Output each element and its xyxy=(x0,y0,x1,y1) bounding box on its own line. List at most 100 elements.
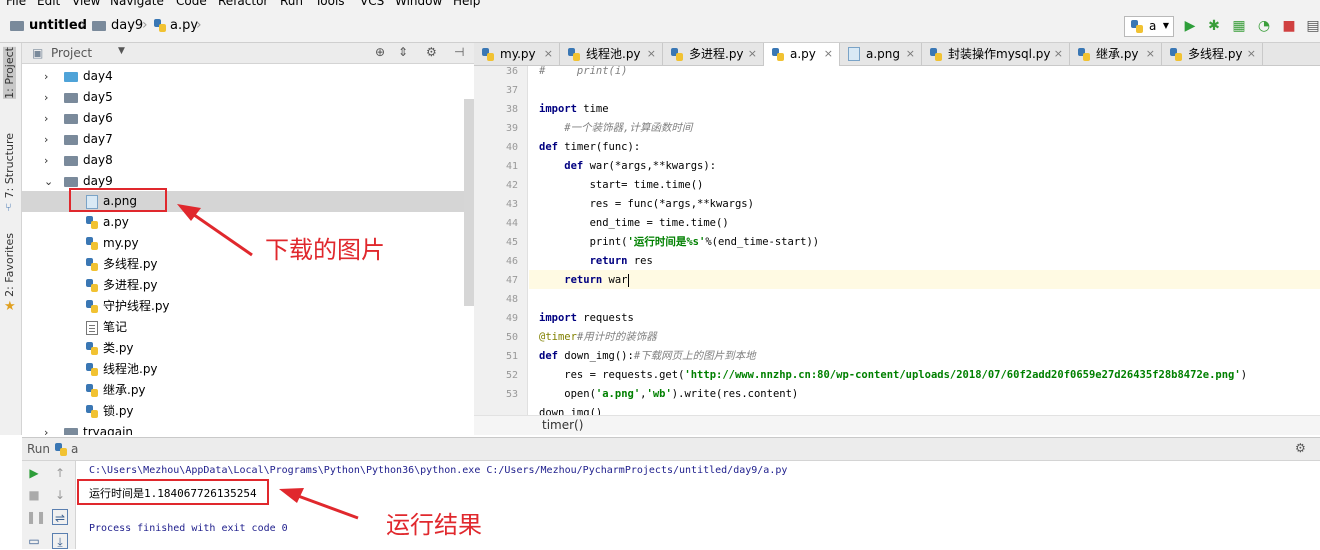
menu-run[interactable]: Run xyxy=(280,0,303,8)
tab-a-py[interactable]: a.py × xyxy=(764,43,840,66)
tab-project-tool[interactable]: 1: Project xyxy=(3,47,16,99)
pause-icon[interactable]: ❚❚ xyxy=(26,509,46,525)
tree-item-inherit-py[interactable]: 继承.py xyxy=(22,380,466,401)
close-icon[interactable]: × xyxy=(824,43,833,65)
chevron-right-icon[interactable]: › xyxy=(44,87,48,108)
tab-multiprocess-py[interactable]: 多进程.py × xyxy=(663,43,764,66)
folder-icon xyxy=(64,135,78,145)
stop-icon[interactable]: ■ xyxy=(26,487,42,503)
chevron-right-icon[interactable]: › xyxy=(44,422,48,435)
line-number: 51 xyxy=(505,351,518,362)
hide-panel-icon[interactable]: ⊣ xyxy=(454,45,464,59)
close-icon[interactable]: × xyxy=(1247,43,1256,65)
breadcrumb-project[interactable]: untitled xyxy=(10,18,87,33)
menu-vcs[interactable]: VCS xyxy=(360,0,384,8)
debug-icon[interactable]: ✱ xyxy=(1205,17,1223,35)
code-line: down_img() xyxy=(539,407,603,415)
menu-file[interactable]: File xyxy=(6,0,26,8)
tab-multithread-py[interactable]: 多线程.py × xyxy=(1162,43,1263,66)
code-line: import time xyxy=(539,103,609,115)
collapse-icon[interactable]: ⇕ xyxy=(398,45,408,59)
tree-item-tryagain[interactable]: › tryagain xyxy=(22,422,466,435)
tab-a-png[interactable]: a.png × xyxy=(840,43,922,66)
tree-item-day8[interactable]: › day8 xyxy=(22,150,466,171)
tab-my-py[interactable]: my.py × xyxy=(474,43,560,66)
tree-item-day6[interactable]: › day6 xyxy=(22,108,466,129)
gear-icon[interactable]: ⚙ xyxy=(426,45,437,59)
rerun-icon[interactable]: ▶ xyxy=(26,465,42,481)
chevron-right-icon[interactable]: › xyxy=(44,129,48,150)
profile-icon[interactable]: ◔ xyxy=(1255,17,1273,35)
tab-inherit-py[interactable]: 继承.py × xyxy=(1070,43,1162,66)
close-icon[interactable]: × xyxy=(748,43,757,65)
tab-favorites-tool[interactable]: 2: Favorites xyxy=(3,233,16,297)
project-view-select[interactable]: Project xyxy=(51,46,92,60)
line-number: 48 xyxy=(505,294,518,305)
restore-layout-icon[interactable]: ▭ xyxy=(26,533,42,549)
close-icon[interactable]: × xyxy=(647,43,656,65)
structure-icon[interactable]: ▤ xyxy=(1304,17,1320,35)
menu-edit[interactable]: Edit xyxy=(37,0,60,8)
annotation-box-result xyxy=(77,479,269,505)
chevron-right-icon[interactable]: › xyxy=(44,150,48,171)
close-icon[interactable]: × xyxy=(1054,43,1063,65)
tab-mysql-wrapper-py[interactable]: 封装操作mysql.py × xyxy=(922,43,1070,66)
line-number: 43 xyxy=(505,199,518,210)
up-arrow-icon[interactable]: ↑ xyxy=(52,465,68,481)
menu-window[interactable]: Window xyxy=(395,0,442,8)
tree-scrollbar[interactable] xyxy=(464,99,474,306)
close-icon[interactable]: × xyxy=(544,43,553,65)
menu-tools[interactable]: Tools xyxy=(315,0,345,8)
python-file-icon xyxy=(482,48,494,61)
line-number: 47 xyxy=(505,275,518,286)
tree-item-daemon-thread-py[interactable]: 守护线程.py xyxy=(22,296,466,317)
tree-item-lock-py[interactable]: 锁.py xyxy=(22,401,466,422)
tree-item-day7[interactable]: › day7 xyxy=(22,129,466,150)
line-number: 52 xyxy=(505,370,518,381)
tree-item-multithread-py[interactable]: 多线程.py xyxy=(22,254,466,275)
stop-icon[interactable]: ■ xyxy=(1280,17,1298,35)
chevron-down-icon[interactable]: ▼ xyxy=(118,46,125,56)
line-number: 46 xyxy=(505,256,518,267)
line-number: 44 xyxy=(505,218,518,229)
text-file-icon xyxy=(86,321,98,335)
chevron-right-icon[interactable]: › xyxy=(44,66,48,87)
tab-threadpool-py[interactable]: 线程池.py × xyxy=(560,43,663,66)
close-icon[interactable]: × xyxy=(1146,43,1155,65)
breadcrumb-file[interactable]: a.py xyxy=(154,18,198,33)
tree-item-notes[interactable]: 笔记 xyxy=(22,317,466,338)
close-icon[interactable]: × xyxy=(906,43,915,65)
menu-navigate[interactable]: Navigate xyxy=(110,0,164,8)
tree-item-day4[interactable]: › day4 xyxy=(22,66,466,87)
coverage-icon[interactable]: ▦ xyxy=(1230,17,1248,35)
run-configuration-select[interactable]: a ▼ xyxy=(1124,16,1174,37)
python-file-icon xyxy=(86,258,98,271)
code-line: @timer#用计时的装饰器 xyxy=(539,331,657,343)
tree-item-day5[interactable]: › day5 xyxy=(22,87,466,108)
locate-icon[interactable]: ⊕ xyxy=(375,45,385,59)
run-icon[interactable]: ▶ xyxy=(1181,17,1199,35)
editor-breadcrumb[interactable]: timer() xyxy=(474,415,1320,435)
soft-wrap-icon[interactable]: ⇌ xyxy=(52,509,68,525)
tab-structure-tool[interactable]: 7: Structure xyxy=(3,133,16,198)
gear-icon[interactable]: ⚙ xyxy=(1295,441,1306,455)
tree-item-class-py[interactable]: 类.py xyxy=(22,338,466,359)
chevron-down-icon[interactable]: ⌄ xyxy=(44,171,53,192)
tree-item-my-py[interactable]: my.py xyxy=(22,233,466,254)
menu-help[interactable]: Help xyxy=(453,0,480,8)
tree-item-multiprocess-py[interactable]: 多进程.py xyxy=(22,275,466,296)
code-editor[interactable]: # print(i) import time #一个装饰器,计算函数时间 def… xyxy=(529,66,1320,415)
breadcrumb-folder[interactable]: day9 xyxy=(92,18,143,33)
run-tab-a[interactable]: a xyxy=(71,442,78,456)
down-arrow-icon[interactable]: ↓ xyxy=(52,487,68,503)
python-file-icon xyxy=(568,48,580,61)
menu-code[interactable]: Code xyxy=(176,0,207,8)
chevron-right-icon[interactable]: › xyxy=(44,108,48,129)
menu-view[interactable]: View xyxy=(72,0,100,8)
tree-item-threadpool-py[interactable]: 线程池.py xyxy=(22,359,466,380)
scroll-to-end-icon[interactable]: ⤓ xyxy=(52,533,68,549)
tree-item-a-py[interactable]: a.py xyxy=(22,212,466,233)
run-console[interactable]: C:\Users\Mezhou\AppData\Local\Programs\P… xyxy=(76,461,1320,549)
menu-refactor[interactable]: Refactor xyxy=(218,0,268,8)
line-number: 53 xyxy=(505,389,518,400)
